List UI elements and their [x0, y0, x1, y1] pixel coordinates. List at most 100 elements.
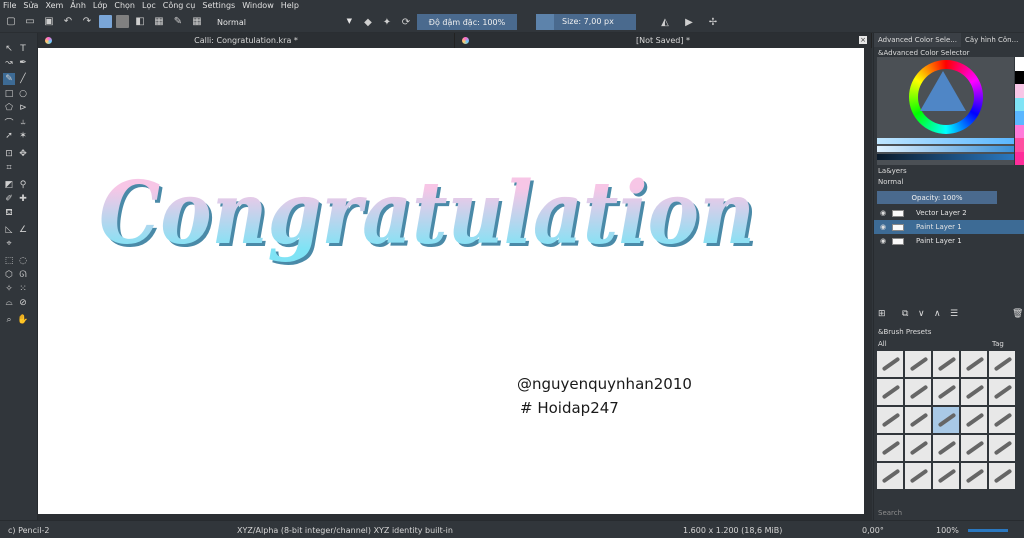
brush-preset[interactable]: [905, 463, 931, 489]
eye-icon[interactable]: ◉: [880, 223, 888, 231]
redo-icon[interactable]: ↷: [80, 15, 94, 29]
polyline-tool-icon[interactable]: ⊳: [17, 102, 29, 114]
brush-preset[interactable]: [877, 407, 903, 433]
menu-settings[interactable]: Settings: [202, 1, 235, 10]
preset-search-input[interactable]: Search: [878, 509, 902, 517]
menu-image[interactable]: Ảnh: [70, 1, 86, 10]
transform-tool-icon[interactable]: ⊡: [3, 148, 15, 160]
polygon-tool-icon[interactable]: ⬠: [3, 102, 15, 114]
gradient-tool-icon[interactable]: ◩: [3, 179, 15, 191]
brush-preset[interactable]: [905, 407, 931, 433]
duplicate-layer-icon[interactable]: ⧉: [902, 309, 908, 319]
pan-tool-icon[interactable]: ✋: [17, 314, 29, 326]
move-down-icon[interactable]: ∨: [918, 309, 925, 319]
brush-preset[interactable]: [905, 351, 931, 377]
brush-preset[interactable]: [961, 379, 987, 405]
fill-tool-icon[interactable]: ⛾: [3, 207, 15, 219]
delete-layer-icon[interactable]: 🗑: [1012, 309, 1023, 319]
brush-preset[interactable]: [961, 407, 987, 433]
zoom-slider[interactable]: [968, 529, 1008, 532]
move-tool-icon[interactable]: ✥: [17, 148, 29, 160]
eraser-mode-icon[interactable]: ◆: [361, 15, 375, 29]
smart-patch-icon[interactable]: ✚: [17, 193, 29, 205]
zoom-tool-icon[interactable]: ⌕: [3, 314, 15, 326]
rect-selection-icon[interactable]: ⬚: [3, 255, 15, 267]
rotation-value[interactable]: 0,00°: [862, 526, 884, 535]
advanced-color-selector[interactable]: [877, 57, 1014, 165]
menu-filter[interactable]: Lọc: [142, 1, 156, 10]
preset-tag-button[interactable]: Tag: [992, 340, 1004, 348]
color-bar-1[interactable]: [877, 138, 1014, 144]
brush-preset[interactable]: [989, 379, 1015, 405]
menu-help[interactable]: Help: [281, 1, 299, 10]
gradient-icon[interactable]: ◧: [133, 15, 147, 29]
mirror-vertical-icon[interactable]: ▶: [682, 15, 696, 29]
wrap-around-icon[interactable]: ✢: [706, 15, 720, 29]
background-color-swatch[interactable]: [116, 15, 129, 28]
colorize-mask-icon[interactable]: ✐: [3, 193, 15, 205]
color-bar-3[interactable]: [877, 154, 1014, 160]
brush-preset[interactable]: [961, 463, 987, 489]
reference-tool-icon[interactable]: ⌖: [3, 238, 15, 250]
undo-icon[interactable]: ↶: [61, 15, 75, 29]
tab-advanced-color[interactable]: Advanced Color Sele...: [874, 33, 961, 47]
edit-shapes-icon[interactable]: ↝: [3, 57, 15, 69]
brush-preset[interactable]: [989, 407, 1015, 433]
menu-edit[interactable]: Sửa: [23, 1, 38, 10]
rectangle-tool-icon[interactable]: □: [3, 88, 15, 100]
menu-tools[interactable]: Công cụ: [163, 1, 196, 10]
layer-row[interactable]: ◉ Paint Layer 1: [874, 234, 1024, 248]
freehand-selection-icon[interactable]: ᘏ: [17, 269, 29, 281]
tab-brush-tree[interactable]: Cây hình Côn...: [961, 33, 1022, 47]
saturation-triangle[interactable]: [920, 71, 966, 111]
freehand-path-icon[interactable]: ⥿: [17, 116, 29, 128]
brush-presets-icon[interactable]: ▦: [190, 15, 204, 29]
tab-not-saved[interactable]: [Not Saved] * ×: [455, 33, 872, 48]
brush-preset[interactable]: [877, 351, 903, 377]
brush-preset[interactable]: [877, 435, 903, 461]
layer-opacity-slider[interactable]: Opacity: 100%: [877, 191, 997, 204]
similar-selection-icon[interactable]: ⁙: [17, 283, 29, 295]
color-bar-2[interactable]: [877, 146, 1014, 152]
menu-file[interactable]: File: [3, 1, 16, 10]
dynamic-brush-icon[interactable]: ➚: [3, 130, 15, 142]
layer-row[interactable]: ◉ Paint Layer 1: [874, 220, 1024, 234]
brush-preset[interactable]: [877, 463, 903, 489]
add-layer-icon[interactable]: ⊞: [878, 309, 886, 319]
brush-editor-icon[interactable]: ✎: [171, 15, 185, 29]
layer-row[interactable]: ◉ Vector Layer 2: [874, 206, 1024, 220]
ellipse-selection-icon[interactable]: ◌: [17, 255, 29, 267]
contiguous-selection-icon[interactable]: ✧: [3, 283, 15, 295]
bezier-tool-icon[interactable]: ⌒: [3, 116, 15, 129]
crop-tool-icon[interactable]: ⌗: [3, 162, 15, 174]
brush-preset[interactable]: [933, 351, 959, 377]
preset-filter-select[interactable]: All: [878, 340, 887, 348]
brush-preset[interactable]: [933, 463, 959, 489]
preserve-alpha-icon[interactable]: ✦: [380, 15, 394, 29]
open-folder-icon[interactable]: ▭: [23, 15, 37, 29]
close-icon[interactable]: ×: [859, 36, 867, 44]
freehand-brush-icon[interactable]: ✎: [3, 73, 15, 85]
brush-preset[interactable]: [989, 435, 1015, 461]
reload-preset-icon[interactable]: ⟳: [399, 15, 413, 29]
brush-preset[interactable]: [961, 435, 987, 461]
layers-blend-mode[interactable]: Normal: [878, 178, 903, 186]
blend-mode-select[interactable]: Normal ▼: [214, 14, 354, 30]
menu-view[interactable]: Xem: [45, 1, 63, 10]
canvas[interactable]: Congratulation Congratulation @nguyenquy…: [38, 48, 864, 514]
pattern-icon[interactable]: ▦: [152, 15, 166, 29]
new-document-icon[interactable]: ▢: [4, 15, 18, 29]
brush-preset[interactable]: [961, 351, 987, 377]
brush-preset-selected[interactable]: [933, 407, 959, 433]
text-tool-icon[interactable]: T: [17, 43, 29, 55]
line-tool-icon[interactable]: ╱: [17, 73, 29, 85]
mirror-horizontal-icon[interactable]: ◭: [658, 15, 672, 29]
save-icon[interactable]: ▣: [42, 15, 56, 29]
tab-calli[interactable]: Calli: Congratulation.kra *: [38, 33, 455, 48]
zoom-value[interactable]: 100%: [936, 526, 959, 535]
select-shapes-icon[interactable]: ↖: [3, 43, 15, 55]
color-picker-icon[interactable]: ⚲: [17, 179, 29, 191]
ellipse-tool-icon[interactable]: ○: [17, 88, 29, 100]
brush-preset[interactable]: [989, 463, 1015, 489]
multibrush-icon[interactable]: ✶: [17, 130, 29, 142]
